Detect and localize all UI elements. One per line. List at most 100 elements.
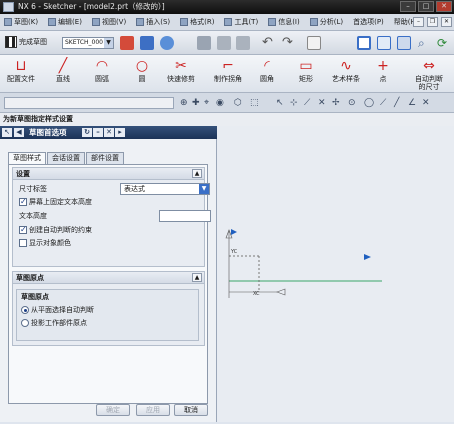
dialog-expand-icon[interactable]: ▸ (115, 128, 125, 137)
menu-edit[interactable]: 编辑(E) (48, 17, 82, 27)
fixed-text-height-checkbox[interactable]: 屏幕上固定文本高度 (19, 197, 92, 207)
origin-group-label: 草图原点 (21, 293, 49, 301)
profile-tool[interactable]: ⊔ 配置文件 (0, 57, 42, 83)
make-corner-tool[interactable]: ⌐ 制作拐角 (207, 57, 249, 83)
fit-view-icon[interactable] (357, 36, 371, 50)
snap-cross-icon[interactable]: ✕ (422, 98, 430, 108)
graphics-canvas[interactable]: YC XC (217, 126, 454, 422)
checkbox-icon (19, 197, 27, 207)
menu-sketch[interactable]: 草图(K) (4, 17, 38, 27)
reattach-sketch-icon[interactable] (140, 36, 154, 50)
snap-midpoint-icon[interactable]: ✚ (192, 98, 200, 108)
ok-button[interactable]: 确定 (96, 404, 130, 416)
chevron-down-icon: ▼ (104, 38, 113, 48)
zoom-icon[interactable] (377, 36, 391, 50)
snap-endpoint-icon[interactable]: ⊕ (180, 98, 188, 108)
profile-icon: ⊔ (15, 58, 27, 74)
dialog-pin-icon[interactable]: ◀ (14, 128, 24, 137)
rectangle-icon: ▭ (299, 58, 313, 74)
minimize-button[interactable]: – (400, 1, 416, 12)
rotate-icon[interactable]: ⟳ (437, 36, 451, 50)
apply-button[interactable]: 应用 (136, 404, 170, 416)
snap-quadrant-icon[interactable]: ⊹ (290, 98, 298, 108)
fillet-tool[interactable]: ◜ 圆角 (246, 57, 288, 83)
copy-icon[interactable] (217, 36, 231, 50)
type-filter-select[interactable] (4, 97, 174, 109)
quick-trim-tool[interactable]: ✂ 快速修剪 (160, 57, 202, 83)
arc-tool[interactable]: ◠ 圆弧 (81, 57, 123, 83)
window-controls: – □ ✕ (400, 1, 452, 12)
inferred-dimension-tool[interactable]: ⇔ 自动判断的尺寸 (408, 57, 450, 91)
menu-insert[interactable]: 插入(S) (136, 17, 170, 27)
dim-label-select[interactable]: 表达式 ▼ (120, 183, 210, 195)
snap-point-on-curve-icon[interactable]: ✢ (332, 98, 340, 108)
snap-angle-icon[interactable]: ∠ (408, 98, 416, 108)
create-inferred-checkbox[interactable]: 创建自动判断的约束 (19, 225, 92, 235)
show-object-color-checkbox[interactable]: 显示对象颜色 (19, 238, 71, 248)
pan-icon[interactable] (397, 36, 411, 50)
y-direction-marker-icon (231, 229, 237, 235)
dialog-reset-icon[interactable]: ↻ (82, 128, 92, 137)
snap-perpendicular-icon[interactable]: ✕ (318, 98, 326, 108)
dialog-minimize-icon[interactable]: – (93, 128, 103, 137)
select-rectangle-icon[interactable]: ⬚ (250, 98, 259, 108)
text-height-input[interactable] (159, 210, 211, 222)
snap-intersection-icon[interactable]: ◉ (216, 98, 224, 108)
snap-existing-point-icon[interactable]: ⊙ (348, 98, 356, 108)
analysis-menu-icon (309, 18, 318, 26)
circle-tool[interactable]: ○ 圆 (121, 57, 163, 83)
maximize-button[interactable]: □ (418, 1, 434, 12)
redo-icon[interactable]: ↷ (282, 36, 296, 50)
sketch-origin-header[interactable]: 草图原点 ▲ (13, 272, 204, 284)
checkered-flag-icon (5, 36, 17, 48)
tab-part-settings[interactable]: 部件设置 (86, 152, 124, 164)
menu-info[interactable]: 信息(I) (268, 17, 300, 27)
doc-close-button[interactable]: ✕ (441, 17, 452, 27)
sketch-toolbar: 完成草图 SKETCH_000 ▼ ↶ ↷ ⌕ ⟳ (0, 31, 454, 55)
menu-view[interactable]: 视图(V) (91, 17, 126, 27)
search-icon[interactable]: ⌕ (418, 36, 432, 50)
paste-icon[interactable] (236, 36, 250, 50)
tab-session-settings[interactable]: 会话设置 (47, 152, 85, 164)
insert-menu-icon (136, 18, 145, 26)
doc-minimize-button[interactable]: – (413, 17, 424, 27)
select-icon[interactable] (307, 36, 321, 50)
close-button[interactable]: ✕ (436, 1, 452, 12)
menu-analysis[interactable]: 分析(L) (309, 17, 343, 27)
menu-format[interactable]: 格式(R) (180, 17, 214, 27)
snap-tangent-icon[interactable]: ↖ (276, 98, 284, 108)
title-bar: NX 6 - Sketcher - [model2.prt（修改的）] – □ … (0, 0, 454, 14)
snap-line-icon[interactable]: ⟋ (304, 98, 310, 108)
dialog-back-icon[interactable]: ↖ (2, 128, 12, 137)
line-tool[interactable]: ╱ 直线 (42, 57, 84, 83)
studio-spline-tool[interactable]: ∿ 艺术样条 (325, 57, 367, 83)
new-icon[interactable] (197, 36, 211, 50)
chevron-up-icon[interactable]: ▲ (192, 273, 202, 282)
snap-control-icon[interactable]: ⌖ (204, 98, 209, 108)
rectangle-tool[interactable]: ▭ 矩形 (285, 57, 327, 83)
snap-circle-icon[interactable]: ◯ (364, 98, 374, 108)
origin-from-plane-radio[interactable]: 从平面选择自动判断 (21, 305, 94, 315)
view-menu-icon (91, 18, 100, 26)
snap-arc-center-icon[interactable]: ⬡ (234, 98, 242, 108)
chevron-up-icon[interactable]: ▲ (192, 169, 202, 178)
cancel-button[interactable]: 取消 (174, 404, 208, 416)
menu-tools[interactable]: 工具(T) (224, 17, 258, 27)
undo-icon[interactable]: ↶ (262, 36, 276, 50)
radio-icon (21, 319, 29, 327)
sketch-name-select[interactable]: SKETCH_000 ▼ (62, 37, 114, 49)
chevron-down-icon: ▼ (199, 184, 209, 194)
circle-icon: ○ (135, 58, 149, 74)
update-model-icon[interactable] (160, 36, 174, 50)
snap-slash-icon[interactable]: ╱ (394, 98, 399, 108)
doc-restore-button[interactable]: ❐ (427, 17, 438, 27)
snap-curve-icon[interactable]: ⟋ (380, 98, 386, 108)
y-axis-label: YC (230, 249, 238, 255)
point-tool[interactable]: + 点 (362, 57, 404, 83)
settings-header[interactable]: 设置 ▲ (13, 168, 204, 180)
dialog-close-icon[interactable]: ✕ (104, 128, 114, 137)
origin-project-work-part-radio[interactable]: 投影工作部件原点 (21, 318, 87, 328)
menu-preferences[interactable]: 首选项(P) (353, 17, 384, 27)
finish-sketch-button[interactable]: 完成草图 (5, 36, 47, 48)
sketch-orient-view-icon[interactable] (120, 36, 134, 50)
